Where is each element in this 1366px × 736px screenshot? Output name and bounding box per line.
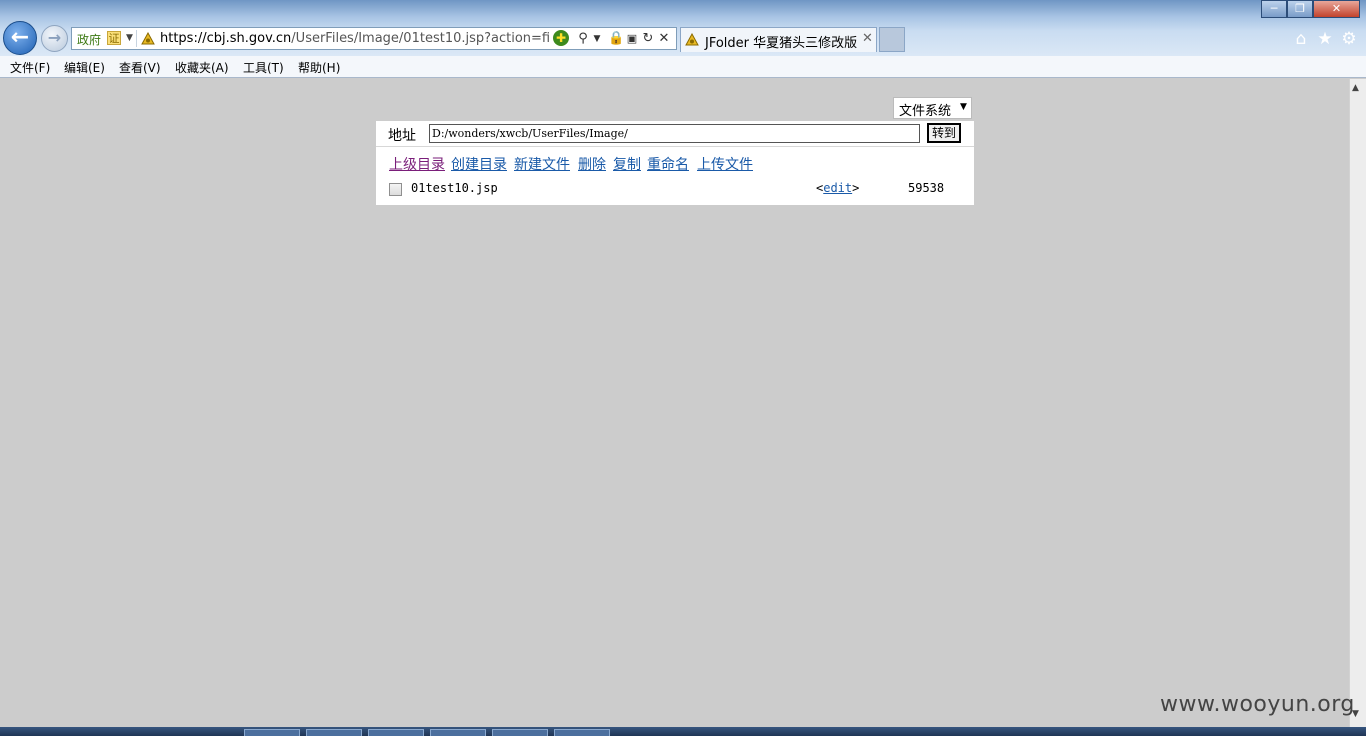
site-favicon-icon [141, 32, 155, 45]
menu-help[interactable]: 帮助(H) [298, 59, 340, 76]
taskbar-button[interactable] [368, 729, 424, 736]
file-manager-panel: 地址 转到 上级目录 创建目录 新建文件 删除 复制 重命名 上传文件 01te… [376, 121, 974, 205]
delete-link[interactable]: 删除 [578, 154, 606, 174]
close-tab-icon[interactable]: ✕ [862, 31, 873, 46]
forward-arrow-icon: → [47, 28, 62, 47]
menu-bar: 文件(F) 编辑(E) 查看(V) 收藏夹(A) 工具(T) 帮助(H) [0, 56, 1366, 78]
menu-tools[interactable]: 工具(T) [243, 59, 284, 76]
home-icon[interactable]: ⌂ [1291, 29, 1311, 49]
url-path: /UserFiles/Image/01test10.jsp?action=fil… [291, 31, 550, 46]
upload-file-link[interactable]: 上传文件 [697, 154, 753, 174]
search-icon[interactable]: ⚲ [575, 30, 591, 48]
url-text[interactable]: https://cbj.sh.gov.cn/UserFiles/Image/01… [160, 31, 550, 46]
back-button[interactable]: ← [3, 21, 37, 55]
tab-favicon-icon [685, 33, 699, 46]
stop-icon[interactable]: ✕ [657, 30, 671, 48]
browser-tab[interactable]: JFolder 华夏猪头三修改版 ✕ [680, 27, 877, 52]
maximize-button[interactable]: ❐ [1287, 0, 1313, 18]
file-size: 59538 [908, 181, 945, 195]
refresh-icon[interactable]: ↻ [641, 30, 655, 48]
chevron-down-icon[interactable]: ▼ [126, 30, 133, 47]
star-icon[interactable]: ★ [1315, 29, 1335, 49]
taskbar-button[interactable] [492, 729, 548, 736]
edit-link[interactable]: edit [823, 181, 852, 195]
menu-file[interactable]: 文件(F) [10, 59, 50, 76]
menu-edit[interactable]: 编辑(E) [64, 59, 105, 76]
url-host: https://cbj.sh.gov.cn [160, 31, 292, 46]
watermark: www.wooyun.org [1160, 692, 1355, 717]
file-edit-cell: <edit> [816, 181, 859, 195]
create-directory-link[interactable]: 创建目录 [451, 154, 507, 174]
address-bar[interactable]: 政府 证 ▼ https://cbj.sh.gov.cn/UserFiles/I… [71, 27, 677, 50]
close-window-button[interactable]: ✕ [1313, 0, 1360, 18]
copy-link[interactable]: 复制 [613, 154, 641, 174]
new-tab-button[interactable] [879, 27, 905, 52]
tab-title: JFolder 华夏猪头三修改版 [705, 36, 858, 51]
address-label: 地址 [388, 128, 416, 144]
minimize-button[interactable]: ─ [1261, 0, 1287, 18]
menu-favorites[interactable]: 收藏夹(A) [175, 59, 229, 76]
back-arrow-icon: ← [10, 25, 30, 50]
edit-close-bracket: > [852, 181, 860, 195]
gear-icon[interactable]: ⚙ [1339, 29, 1359, 49]
filesystem-select-value: 文件系统 [899, 104, 952, 119]
chevron-down-icon[interactable]: ▼ [592, 30, 602, 48]
gov-badge-label: 政府 [77, 33, 102, 47]
file-name: 01test10.jsp [411, 181, 498, 195]
filesystem-select[interactable]: 文件系统 ▼ [893, 97, 972, 119]
compatibility-view-icon[interactable]: ✚ [553, 30, 569, 46]
feed-icon[interactable]: ▣ [625, 30, 639, 48]
chevron-down-icon: ▼ [960, 102, 967, 112]
taskbar-button[interactable] [306, 729, 362, 736]
file-checkbox[interactable] [389, 183, 402, 196]
vertical-scrollbar[interactable]: ▲ ▼ [1349, 79, 1366, 727]
certificate-icon: 证 [107, 31, 121, 45]
taskbar-button[interactable] [430, 729, 486, 736]
taskbar-button[interactable] [554, 729, 610, 736]
lock-icon[interactable]: 🔒 [608, 30, 624, 48]
rename-link[interactable]: 重命名 [647, 154, 689, 174]
scroll-up-icon[interactable]: ▲ [1352, 83, 1359, 93]
new-file-link[interactable]: 新建文件 [514, 154, 570, 174]
path-input[interactable] [429, 124, 920, 143]
browser-titlebar: ← → 政府 证 ▼ https://cbj.sh.gov.cn/UserFil… [0, 0, 1366, 56]
divider [376, 146, 974, 147]
taskbar [0, 727, 1366, 736]
taskbar-button[interactable] [244, 729, 300, 736]
parent-directory-link[interactable]: 上级目录 [389, 154, 445, 174]
forward-button[interactable]: → [41, 25, 68, 52]
menu-view[interactable]: 查看(V) [119, 59, 161, 76]
go-button[interactable]: 转到 [927, 123, 961, 143]
gov-site-badge[interactable]: 政府 证 ▼ [74, 30, 137, 47]
